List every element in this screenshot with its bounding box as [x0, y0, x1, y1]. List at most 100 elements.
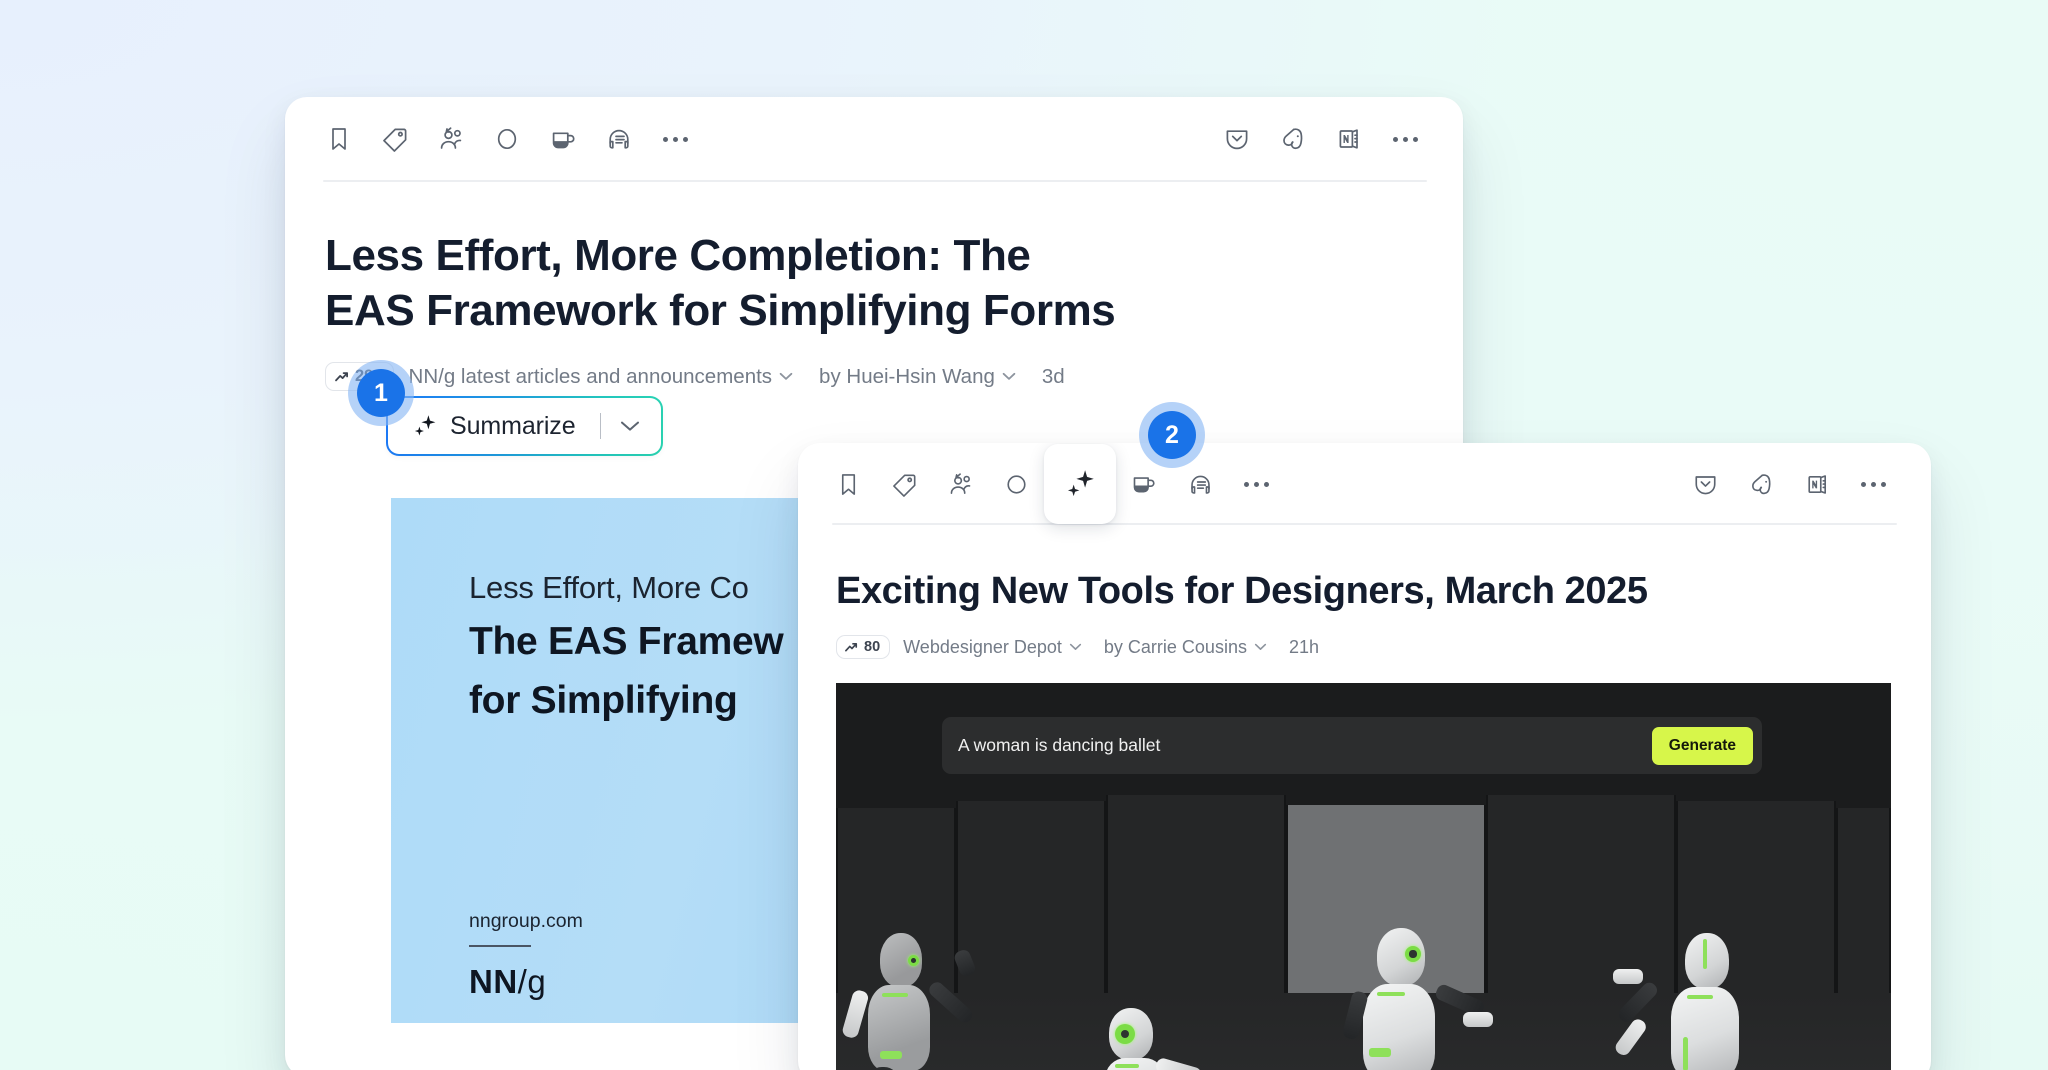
headphones-icon[interactable] [591, 114, 647, 164]
sparkle-icon [410, 412, 438, 440]
robot-hand [1613, 969, 1643, 984]
robot-hand [953, 948, 978, 978]
source-link[interactable]: NN/g latest articles and announcements [409, 365, 794, 389]
thumbnail-domain: nngroup.com [469, 910, 583, 933]
video-prompt-input[interactable]: A woman is dancing ballet [958, 735, 1652, 756]
more-icon[interactable] [1228, 459, 1284, 509]
more-dots [1393, 137, 1418, 142]
robot-accent [1703, 939, 1707, 969]
summarize-control: Summarize [388, 398, 661, 454]
card-one-article: Less Effort, More Completion: The EAS Fr… [285, 228, 1463, 391]
source-name: NN/g latest articles and announcements [409, 365, 773, 389]
chevron-down-icon [1254, 643, 1267, 651]
logo-g: g [527, 963, 546, 1000]
article-card-secondary: Exciting New Tools for Designers, March … [798, 443, 1931, 1070]
timestamp: 3d [1042, 365, 1065, 389]
bookmark-icon[interactable] [311, 114, 367, 164]
toolbar-left-group [311, 114, 703, 164]
card-two-toolbar [798, 449, 1931, 519]
page-title: Exciting New Tools for Designers, March … [836, 567, 1891, 615]
robot-arm [841, 989, 870, 1040]
source-link[interactable]: Webdesigner Depot [903, 637, 1082, 658]
mug-icon[interactable] [1116, 459, 1172, 509]
robot-ear-light [1115, 1024, 1135, 1044]
page-title: Less Effort, More Completion: The EAS Fr… [325, 228, 1125, 338]
step-badge-2: 2 [1148, 411, 1196, 459]
author-name: by Huei-Hsin Wang [819, 365, 995, 389]
score-badge: 80 [836, 635, 890, 659]
more-icon[interactable] [1377, 114, 1433, 164]
robot-accent [1683, 1037, 1688, 1070]
more-icon[interactable] [1845, 459, 1901, 509]
robot-figure [846, 933, 996, 1070]
summarize-divider [600, 413, 602, 439]
robot-figure [1091, 1008, 1251, 1070]
author-link[interactable]: by Huei-Hsin Wang [819, 365, 1016, 389]
onenote-icon[interactable] [1789, 459, 1845, 509]
bookmark-icon[interactable] [820, 459, 876, 509]
robot-arm [1613, 1017, 1649, 1058]
toolbar-right-group [1209, 114, 1433, 164]
robot-accent [1377, 992, 1405, 996]
share-people-icon[interactable] [423, 114, 479, 164]
card-one-toolbar [285, 104, 1463, 174]
step-badge-1: 1 [357, 369, 405, 417]
generate-button[interactable]: Generate [1652, 727, 1753, 765]
author-link[interactable]: by Carrie Cousins [1104, 637, 1267, 658]
robot-head [1685, 933, 1729, 989]
onenote-icon[interactable] [1321, 114, 1377, 164]
author-name: by Carrie Cousins [1104, 637, 1247, 658]
chevron-down-icon [779, 372, 793, 381]
logo-slash: / [518, 963, 528, 1000]
robot-accent [1369, 1048, 1391, 1057]
more-icon[interactable] [647, 114, 703, 164]
score-value: 80 [864, 639, 880, 655]
video-preview[interactable]: A woman is dancing ballet Generate [836, 683, 1891, 1070]
evernote-icon[interactable] [1733, 459, 1789, 509]
robot-hand [1463, 1012, 1493, 1027]
robot-accent [1115, 1064, 1139, 1068]
mug-icon[interactable] [535, 114, 591, 164]
toolbar-left-group [820, 444, 1284, 524]
evernote-icon[interactable] [1265, 114, 1321, 164]
more-dots [1244, 482, 1269, 487]
robot-arm [1154, 1057, 1202, 1070]
robot-figure [1341, 928, 1531, 1070]
trending-up-icon [844, 640, 858, 654]
chevron-down-icon [1002, 372, 1016, 381]
robot-arm [926, 979, 975, 1025]
pocket-icon[interactable] [1209, 114, 1265, 164]
timestamp: 21h [1289, 637, 1319, 658]
source-name: Webdesigner Depot [903, 637, 1062, 658]
summarize-button[interactable]: Summarize [388, 398, 661, 454]
article-meta: 80 Webdesigner Depot by Carrie Cousins 2… [836, 635, 1891, 659]
pocket-icon[interactable] [1677, 459, 1733, 509]
robot-accent [882, 993, 908, 997]
robot-accent [880, 1051, 902, 1059]
article-meta: 290 NN/g latest articles and announcemen… [325, 362, 1419, 391]
tag-icon[interactable] [876, 459, 932, 509]
chevron-down-icon[interactable] [619, 419, 641, 433]
logo-nn: NN [469, 963, 518, 1000]
thumbnail-rule [469, 945, 531, 947]
robot-figure [1611, 933, 1791, 1070]
tag-icon[interactable] [367, 114, 423, 164]
toolbar-right-group [1677, 459, 1901, 509]
toolbar-divider [323, 180, 1427, 182]
more-dots [1861, 482, 1886, 487]
robot-ear-light [908, 955, 919, 966]
headphones-icon[interactable] [1172, 459, 1228, 509]
share-people-icon[interactable] [932, 459, 988, 509]
sparkle-icon[interactable] [1044, 444, 1116, 524]
circle-icon[interactable] [479, 114, 535, 164]
summarize-label: Summarize [450, 412, 576, 441]
trending-up-icon [334, 369, 349, 384]
video-prompt-bar: A woman is dancing ballet Generate [942, 717, 1762, 774]
robot-accent [1687, 995, 1713, 999]
nng-logo: NN/g [469, 963, 546, 1001]
card-two-article: Exciting New Tools for Designers, March … [798, 567, 1931, 659]
robot-torso [1671, 987, 1739, 1070]
chevron-down-icon [1069, 643, 1082, 651]
robot-torso [1363, 984, 1435, 1070]
circle-icon[interactable] [988, 459, 1044, 509]
